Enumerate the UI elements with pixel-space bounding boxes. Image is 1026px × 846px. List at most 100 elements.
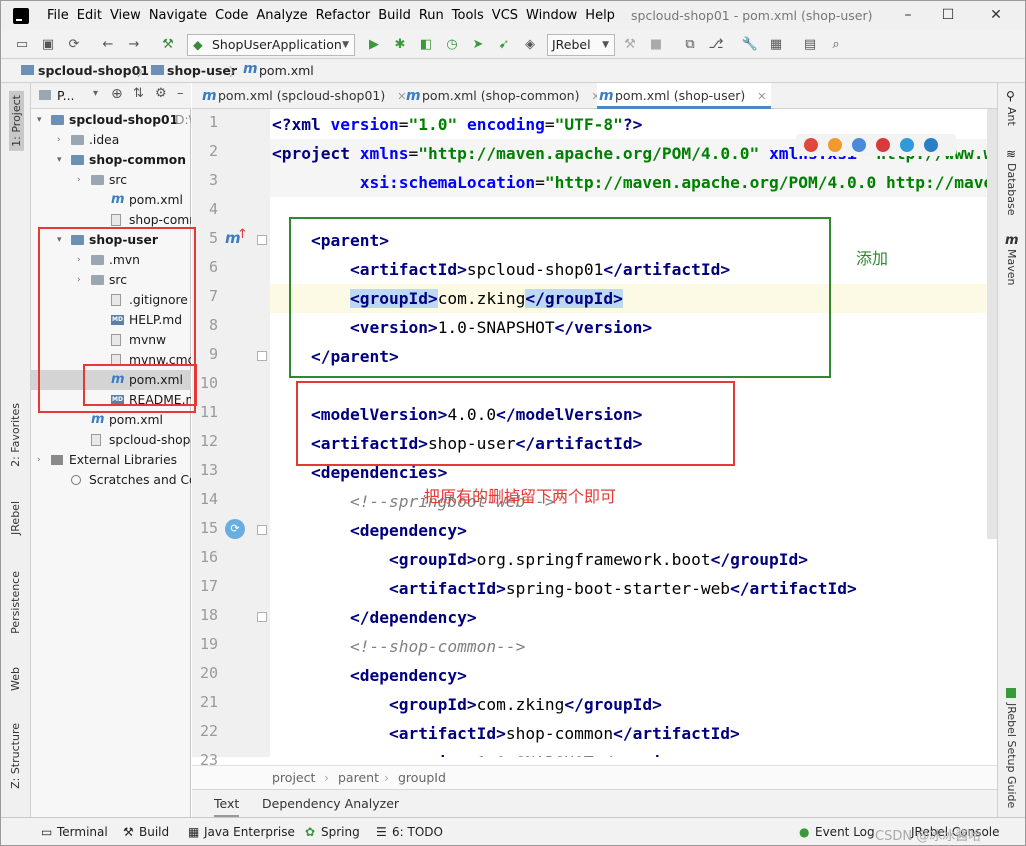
opera-icon[interactable]	[876, 138, 890, 152]
coverage-icon[interactable]: ◧	[417, 36, 435, 54]
tool-spring[interactable]: Spring	[321, 825, 360, 839]
project-view-select[interactable]: P...	[57, 88, 75, 103]
add-highlight-box	[289, 217, 831, 378]
back-arrow-icon[interactable]: ←	[99, 36, 117, 54]
menu-refactor[interactable]: Refactor	[312, 7, 375, 25]
menu-tools[interactable]: Tools	[448, 7, 488, 25]
close-button[interactable]: ✕	[987, 6, 1005, 24]
tree-item[interactable]: m pom.xml	[31, 190, 191, 210]
menu-build[interactable]: Build	[374, 7, 415, 25]
menu-analyze[interactable]: Analyze	[252, 7, 311, 25]
menu-run[interactable]: Run	[415, 7, 448, 25]
fold-marker[interactable]	[257, 235, 267, 245]
tool-tab-database[interactable]: Database	[1005, 163, 1018, 216]
chevron-down-icon[interactable]: ▾	[93, 88, 98, 99]
build-hammer-icon[interactable]: ⚒	[159, 36, 177, 54]
run-config-select[interactable]: ◆ ShopUserApplication ▼	[187, 34, 355, 56]
tab-dependency-analyzer[interactable]: Dependency Analyzer	[262, 796, 399, 811]
nav-crumb-file[interactable]: pom.xml	[259, 63, 314, 78]
forward-arrow-icon[interactable]: →	[125, 36, 143, 54]
fold-marker[interactable]	[257, 351, 267, 361]
tool-tab-ant[interactable]: Ant	[1005, 107, 1018, 126]
jrebel-debug-icon[interactable]: ➹	[495, 36, 513, 54]
tree-item[interactable]: › .idea	[31, 130, 191, 150]
fold-marker[interactable]	[257, 525, 267, 535]
menu-navigate[interactable]: Navigate	[145, 7, 211, 25]
tool-tab-maven[interactable]: Maven	[1005, 249, 1018, 285]
menu-code[interactable]: Code	[211, 7, 252, 25]
tool-tab-jrebel-setup[interactable]: JRebel Setup Guide	[1005, 703, 1018, 808]
tool-tab-project[interactable]: 1: Project	[9, 91, 24, 151]
close-tab-icon[interactable]: ✕	[757, 90, 766, 103]
locate-target-icon[interactable]: ⊕	[111, 86, 123, 102]
editor-scrollbar[interactable]	[987, 109, 997, 539]
tree-item[interactable]: ▾ shop-common	[31, 150, 191, 170]
menu-vcs[interactable]: VCS	[488, 7, 522, 25]
chevron-down-icon[interactable]: ▾	[57, 150, 62, 170]
profile-icon[interactable]: ◷	[443, 36, 461, 54]
editor-tab-root-pom[interactable]: m pom.xml (spcloud-shop01) ✕	[200, 83, 406, 109]
chrome-icon[interactable]	[804, 138, 818, 152]
save-icon[interactable]: ▣	[39, 36, 57, 54]
chevron-right-icon[interactable]: ›	[57, 130, 61, 150]
dependency-marker-icon[interactable]: ⟳	[225, 519, 245, 539]
open-folder-icon[interactable]: ▭	[13, 36, 31, 54]
tool-tab-structure[interactable]: Z: Structure	[9, 723, 22, 789]
terminal-icon[interactable]: ▤	[801, 36, 819, 54]
chevron-down-icon[interactable]: ▾	[37, 110, 42, 130]
sync-icon[interactable]: ⟳	[65, 36, 83, 54]
vcs-icon[interactable]: ⎇	[707, 36, 725, 54]
collapse-all-icon[interactable]: ⇅	[133, 86, 144, 101]
fold-marker[interactable]	[257, 612, 267, 622]
chevron-right-icon[interactable]: ›	[37, 450, 41, 470]
menu-file[interactable]: File	[43, 7, 73, 25]
menu-edit[interactable]: Edit	[73, 7, 106, 25]
tool-event-log[interactable]: Event Log	[815, 825, 875, 839]
attach-icon[interactable]: ◈	[521, 36, 539, 54]
safari-icon[interactable]	[852, 138, 866, 152]
tree-item[interactable]: spcloud-shop01.i	[31, 430, 191, 450]
project-structure-icon[interactable]: ▦	[767, 36, 785, 54]
tool-java-enterprise[interactable]: Java Enterprise	[204, 825, 295, 839]
tree-item[interactable]: m pom.xml	[31, 410, 191, 430]
tool-tab-jrebel[interactable]: JRebel	[9, 501, 22, 535]
jrebel-select[interactable]: JRebel ▼	[547, 34, 615, 56]
breadcrumb-parent[interactable]: parent	[338, 770, 379, 785]
breadcrumb-project[interactable]: project	[272, 770, 315, 785]
ie-icon[interactable]	[900, 138, 914, 152]
nav-crumb-project[interactable]: spcloud-shop01	[38, 63, 149, 78]
editor-tab-bar: m pom.xml (spcloud-shop01) ✕ m pom.xml (…	[192, 83, 997, 109]
tool-build[interactable]: Build	[139, 825, 169, 839]
gear-icon[interactable]: ⚙	[155, 86, 167, 101]
maven-file-icon: m	[111, 192, 125, 207]
attach-debugger-icon[interactable]: ⧉	[681, 36, 699, 54]
run-icon[interactable]: ▶	[365, 36, 383, 54]
menu-view[interactable]: View	[106, 7, 145, 25]
jrebel-run-icon[interactable]: ➤	[469, 36, 487, 54]
firefox-icon[interactable]	[828, 138, 842, 152]
maximize-button[interactable]: ☐	[939, 6, 957, 24]
tool-tab-persistence[interactable]: Persistence	[9, 571, 22, 634]
settings-wrench-icon[interactable]: 🔧	[741, 36, 759, 54]
tool-terminal[interactable]: Terminal	[57, 825, 108, 839]
nav-crumb-module[interactable]: shop-user	[167, 63, 237, 78]
tree-item[interactable]: Scratches and Conso	[31, 470, 191, 490]
menu-window[interactable]: Window	[522, 7, 581, 25]
chevron-right-icon[interactable]: ›	[77, 170, 81, 190]
tool-tab-web[interactable]: Web	[9, 667, 22, 691]
hide-panel-icon[interactable]: –	[177, 86, 184, 101]
tool-todo[interactable]: 6: TODO	[392, 825, 443, 839]
tree-item[interactable]: › src	[31, 170, 191, 190]
tab-text[interactable]: Text	[214, 796, 240, 818]
editor-tab-common-pom[interactable]: m pom.xml (shop-common) ✕	[404, 83, 601, 109]
menu-help[interactable]: Help	[581, 7, 619, 25]
breadcrumb-groupid[interactable]: groupId	[398, 770, 446, 785]
minimize-button[interactable]: –	[899, 6, 917, 24]
tree-item[interactable]: ▾ spcloud-shop01 D:\	[31, 110, 191, 130]
tree-item[interactable]: › External Libraries	[31, 450, 191, 470]
search-icon[interactable]: ⌕	[827, 36, 845, 54]
debug-icon[interactable]: ✱	[391, 36, 409, 54]
editor-tab-user-pom[interactable]: m pom.xml (shop-user) ✕	[597, 83, 771, 109]
tool-tab-favorites[interactable]: 2: Favorites	[9, 403, 22, 467]
edge-icon[interactable]	[924, 138, 938, 152]
